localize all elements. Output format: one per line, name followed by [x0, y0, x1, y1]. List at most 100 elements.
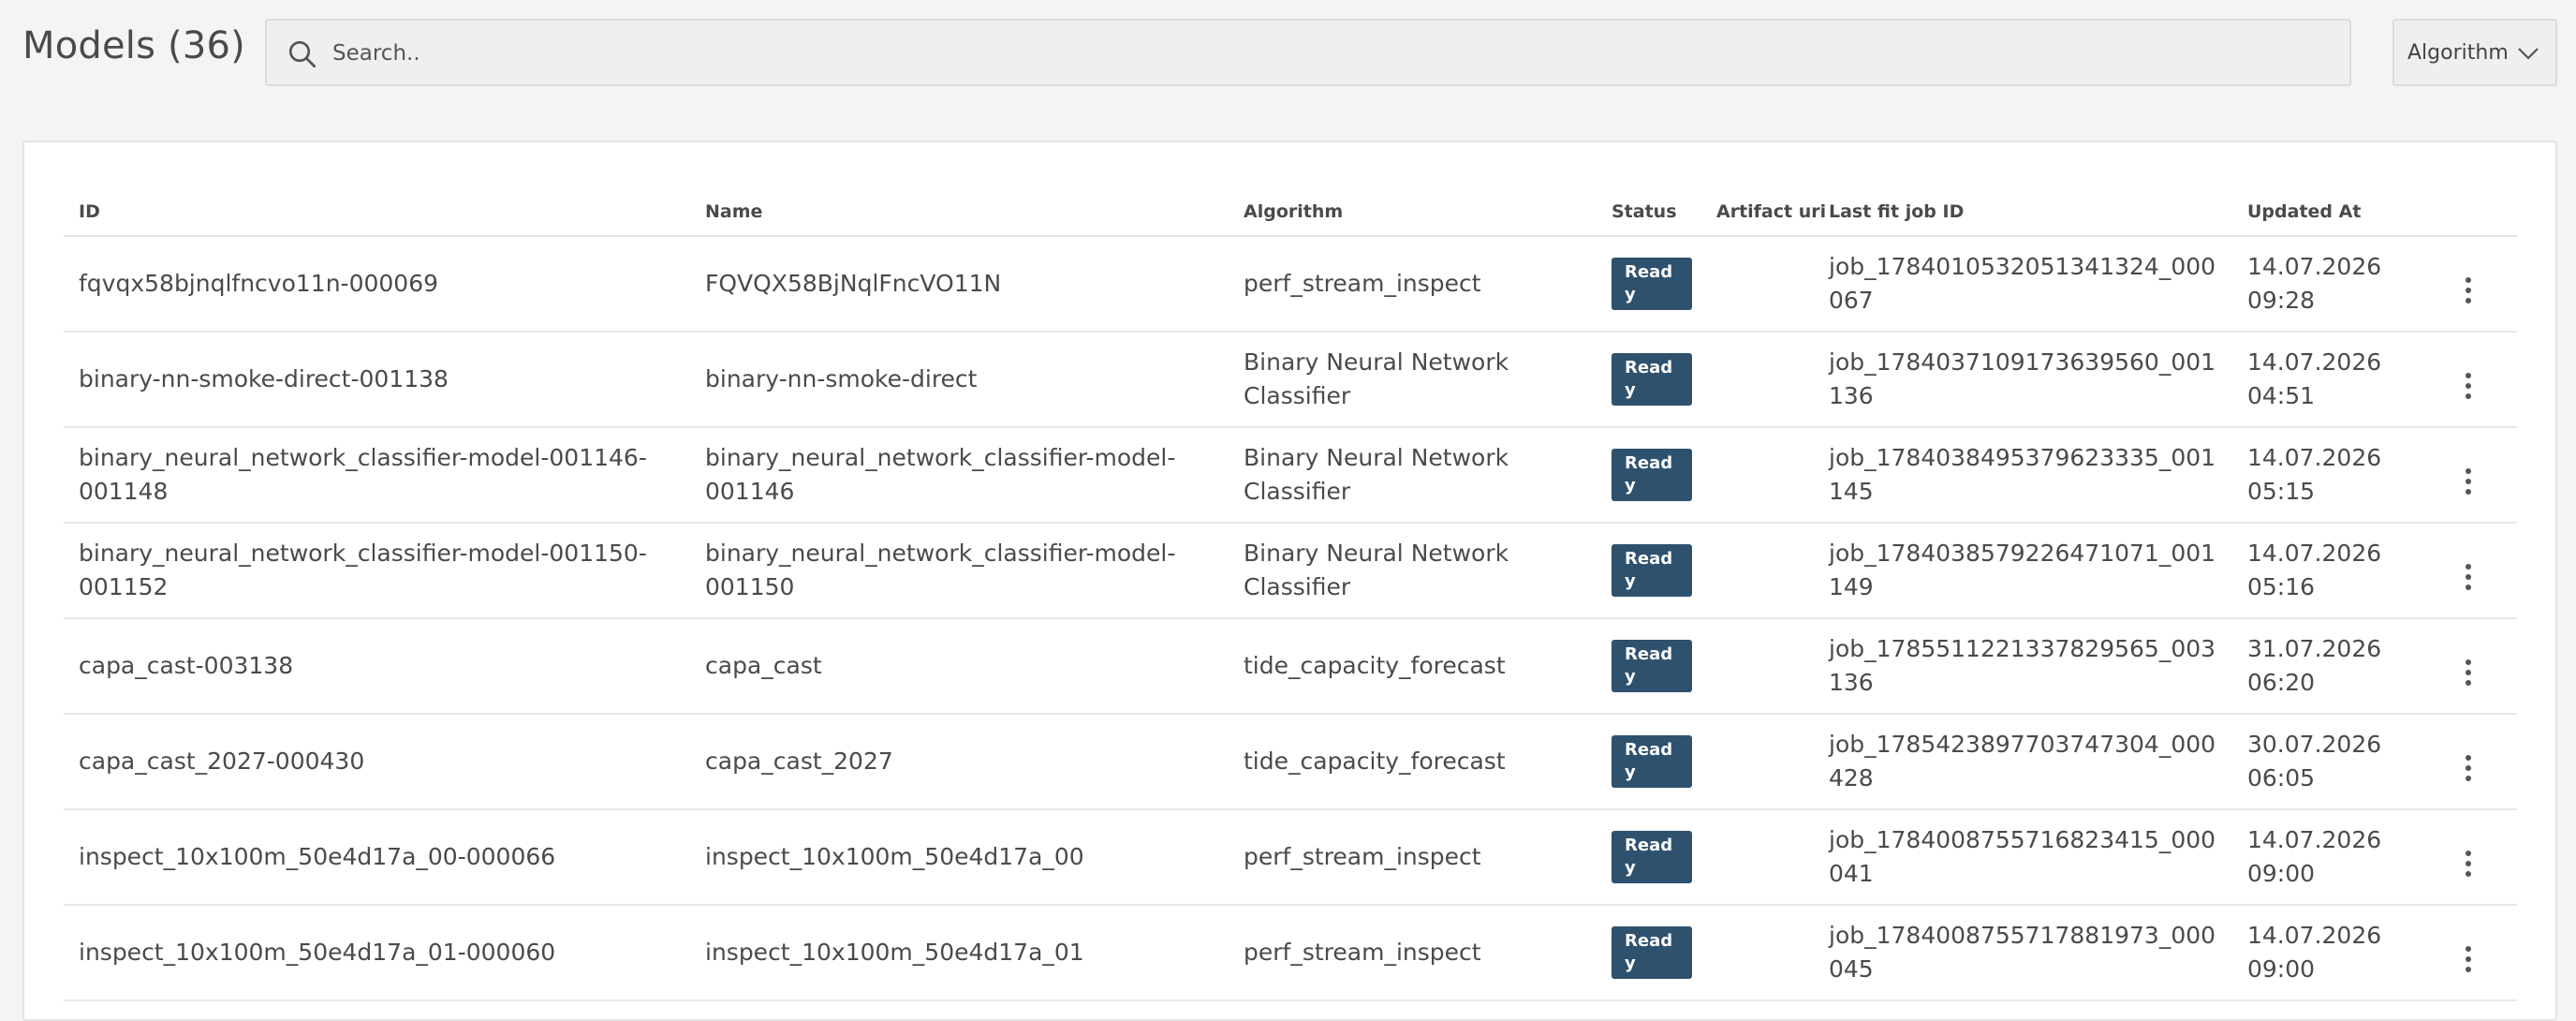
- search-box[interactable]: [265, 19, 2351, 86]
- cell-artifact-uri: [1701, 332, 1814, 428]
- cell-last-fit-job-id: job_1785511221337829565_003136: [1814, 618, 2232, 715]
- cell-id: binary-nn-smoke-direct-001138: [64, 332, 690, 428]
- kebab-menu-icon[interactable]: [2459, 749, 2478, 787]
- cell-updated-at: 14.07.2026 04:51: [2232, 332, 2429, 428]
- cell-updated-at: 14.07.2026 09:28: [2232, 236, 2429, 333]
- models-table: ID Name Algorithm Status Artifact uri La…: [64, 187, 2517, 1001]
- kebab-menu-icon[interactable]: [2459, 940, 2478, 978]
- cell-name: inspect_10x100m_50e4d17a_01: [690, 905, 1229, 1001]
- table-row[interactable]: binary_neural_network_classifier-model-0…: [64, 427, 2517, 524]
- column-header-last-fit-job-id[interactable]: Last fit job ID: [1814, 187, 2232, 237]
- search-icon: [288, 40, 316, 68]
- cell-status: Ready: [1597, 236, 1701, 333]
- algorithm-filter-dropdown[interactable]: Algorithm: [2392, 19, 2557, 86]
- table-row[interactable]: capa_cast_2027-000430 capa_cast_2027 tid…: [64, 714, 2517, 810]
- status-badge: Ready: [1612, 735, 1692, 788]
- cell-algorithm: Binary Neural Network Classifier: [1229, 427, 1597, 524]
- cell-last-fit-job-id: job_1784038495379623335_001145: [1814, 427, 2232, 524]
- cell-actions: [2429, 905, 2517, 1001]
- column-header-algorithm[interactable]: Algorithm: [1229, 187, 1597, 237]
- cell-name: inspect_10x100m_50e4d17a_00: [690, 809, 1229, 906]
- kebab-menu-icon[interactable]: [2459, 272, 2478, 309]
- cell-status: Ready: [1597, 618, 1701, 715]
- page-header: Models (36) Algorithm: [0, 0, 2576, 141]
- cell-updated-at: 14.07.2026 05:15: [2232, 427, 2429, 524]
- cell-actions: [2429, 523, 2517, 619]
- column-header-artifact-uri[interactable]: Artifact uri: [1701, 187, 1826, 237]
- cell-status: Ready: [1597, 809, 1701, 906]
- cell-artifact-uri: [1701, 714, 1814, 810]
- cell-actions: [2429, 809, 2517, 906]
- table-row[interactable]: fqvqx58bjnqlfncvo11n-000069 FQVQX58BjNql…: [64, 236, 2517, 333]
- kebab-menu-icon[interactable]: [2459, 558, 2478, 596]
- cell-artifact-uri: [1701, 905, 1814, 1001]
- table-row[interactable]: binary_neural_network_classifier-model-0…: [64, 523, 2517, 619]
- cell-algorithm: tide_capacity_forecast: [1229, 618, 1597, 715]
- cell-id: binary_neural_network_classifier-model-0…: [64, 523, 690, 619]
- column-header-id[interactable]: ID: [64, 187, 690, 237]
- cell-last-fit-job-id: job_1784008755716823415_000041: [1814, 809, 2232, 906]
- cell-id: inspect_10x100m_50e4d17a_01-000060: [64, 905, 690, 1001]
- status-badge: Ready: [1612, 926, 1692, 979]
- cell-algorithm: perf_stream_inspect: [1229, 236, 1597, 333]
- status-badge: Ready: [1612, 449, 1692, 501]
- table-row[interactable]: inspect_10x100m_50e4d17a_00-000066 inspe…: [64, 809, 2517, 906]
- cell-algorithm: Binary Neural Network Classifier: [1229, 523, 1597, 619]
- column-header-actions: [2429, 187, 2517, 237]
- cell-algorithm: Binary Neural Network Classifier: [1229, 332, 1597, 428]
- column-header-name[interactable]: Name: [690, 187, 1229, 237]
- cell-id: binary_neural_network_classifier-model-0…: [64, 427, 690, 524]
- cell-status: Ready: [1597, 905, 1701, 1001]
- column-header-updated-at[interactable]: Updated At: [2232, 187, 2429, 237]
- cell-name: capa_cast_2027: [690, 714, 1229, 810]
- cell-updated-at: 14.07.2026 09:00: [2232, 809, 2429, 906]
- chevron-down-icon: [2518, 48, 2539, 60]
- cell-last-fit-job-id: job_1784037109173639560_001136: [1814, 332, 2232, 428]
- cell-name: binary_neural_network_classifier-model-0…: [690, 523, 1229, 619]
- table-header-row: ID Name Algorithm Status Artifact uri La…: [64, 187, 2517, 237]
- cell-last-fit-job-id: job_1785423897703747304_000428: [1814, 714, 2232, 810]
- cell-id: capa_cast-003138: [64, 618, 690, 715]
- kebab-menu-icon[interactable]: [2459, 845, 2478, 882]
- cell-algorithm: tide_capacity_forecast: [1229, 714, 1597, 810]
- cell-last-fit-job-id: job_1784008755717881973_000045: [1814, 905, 2232, 1001]
- cell-actions: [2429, 714, 2517, 810]
- cell-status: Ready: [1597, 332, 1701, 428]
- status-badge: Ready: [1612, 831, 1692, 883]
- cell-name: binary-nn-smoke-direct: [690, 332, 1229, 428]
- cell-name: capa_cast: [690, 618, 1229, 715]
- cell-actions: [2429, 332, 2517, 428]
- column-header-status[interactable]: Status: [1597, 187, 1701, 237]
- table-row[interactable]: inspect_10x100m_50e4d17a_01-000060 inspe…: [64, 905, 2517, 1001]
- cell-name: FQVQX58BjNqlFncVO11N: [690, 236, 1229, 333]
- cell-artifact-uri: [1701, 523, 1814, 619]
- cell-artifact-uri: [1701, 427, 1814, 524]
- cell-last-fit-job-id: job_1784010532051341324_000067: [1814, 236, 2232, 333]
- cell-updated-at: 30.07.2026 06:05: [2232, 714, 2429, 810]
- table-row[interactable]: binary-nn-smoke-direct-001138 binary-nn-…: [64, 332, 2517, 428]
- cell-updated-at: 31.07.2026 06:20: [2232, 618, 2429, 715]
- cell-status: Ready: [1597, 523, 1701, 619]
- cell-artifact-uri: [1701, 236, 1814, 333]
- cell-algorithm: perf_stream_inspect: [1229, 905, 1597, 1001]
- algorithm-filter-label: Algorithm: [2407, 40, 2509, 65]
- table-row[interactable]: capa_cast-003138 capa_cast tide_capacity…: [64, 618, 2517, 715]
- kebab-menu-icon[interactable]: [2459, 654, 2478, 691]
- cell-id: fqvqx58bjnqlfncvo11n-000069: [64, 236, 690, 333]
- cell-last-fit-job-id: job_1784038579226471071_001149: [1814, 523, 2232, 619]
- cell-artifact-uri: [1701, 809, 1814, 906]
- cell-id: capa_cast_2027-000430: [64, 714, 690, 810]
- cell-status: Ready: [1597, 427, 1701, 524]
- cell-artifact-uri: [1701, 618, 1814, 715]
- cell-actions: [2429, 236, 2517, 333]
- kebab-menu-icon[interactable]: [2459, 463, 2478, 500]
- models-card: ID Name Algorithm Status Artifact uri La…: [22, 141, 2557, 1021]
- kebab-menu-icon[interactable]: [2459, 367, 2478, 405]
- cell-algorithm: perf_stream_inspect: [1229, 809, 1597, 906]
- search-input[interactable]: [332, 32, 2318, 75]
- status-badge: Ready: [1612, 353, 1692, 406]
- cell-updated-at: 14.07.2026 09:00: [2232, 905, 2429, 1001]
- status-badge: Ready: [1612, 640, 1692, 692]
- cell-updated-at: 14.07.2026 05:16: [2232, 523, 2429, 619]
- page-title: Models (36): [22, 24, 245, 67]
